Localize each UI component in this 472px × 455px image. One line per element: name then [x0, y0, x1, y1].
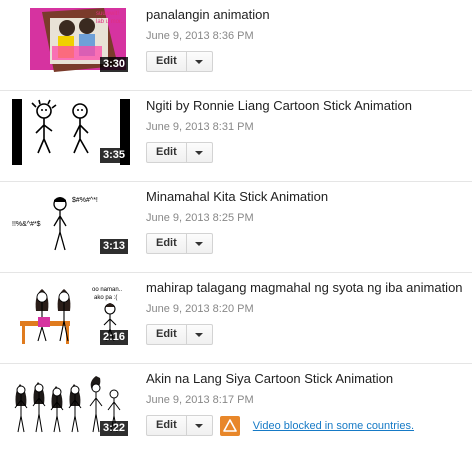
thumb-caption: ako pa :(: [94, 295, 117, 301]
duration-badge: 3:30: [99, 57, 128, 72]
video-title[interactable]: mahirap talagang magmahal ng syota ng ib…: [146, 280, 463, 295]
edit-button[interactable]: Edit: [146, 415, 187, 436]
thumb-caption: lab u mor..: [96, 19, 124, 25]
video-thumbnail[interactable]: oo naman.. ako pa :( 2:16: [12, 281, 130, 347]
video-actions: Edit: [146, 51, 213, 72]
video-row: 3:22 Akin na Lang Siya Cartoon Stick Ani…: [0, 364, 472, 455]
video-list: suuwwit! lab u mor.. 3:30 panalangin ani…: [0, 0, 472, 455]
video-row: oo naman.. ako pa :( 2:16 mahirap talaga…: [0, 273, 472, 364]
duration-badge: 3:22: [99, 421, 128, 436]
chevron-down-icon: [194, 424, 203, 428]
video-title[interactable]: Akin na Lang Siya Cartoon Stick Animatio…: [146, 371, 393, 386]
warning-triangle-icon[interactable]: [219, 415, 240, 436]
video-title[interactable]: panalangin animation: [146, 7, 270, 22]
video-actions: Edit: [146, 233, 213, 254]
video-thumbnail[interactable]: $#%#^*! !!%&^#*$ 3:13: [12, 190, 130, 256]
thumb-caption: suuwwit!: [96, 11, 119, 17]
edit-options-dropdown[interactable]: [186, 51, 213, 72]
video-actions: Edit: [146, 324, 213, 345]
edit-options-dropdown[interactable]: [186, 324, 213, 345]
edit-options-dropdown[interactable]: [186, 142, 213, 163]
video-row: 3:35 Ngiti by Ronnie Liang Cartoon Stick…: [0, 91, 472, 182]
thumb-caption: $#%#^*!: [72, 197, 98, 204]
chevron-down-icon: [194, 333, 203, 337]
edit-button[interactable]: Edit: [146, 142, 187, 163]
video-date: June 9, 2013 8:20 PM: [146, 303, 254, 315]
video-actions: Edit Video blocked in some countries.: [146, 415, 414, 436]
video-row: suuwwit! lab u mor.. 3:30 panalangin ani…: [0, 0, 472, 91]
chevron-down-icon: [194, 151, 203, 155]
video-title[interactable]: Ngiti by Ronnie Liang Cartoon Stick Anim…: [146, 98, 412, 113]
edit-button[interactable]: Edit: [146, 51, 187, 72]
video-date: June 9, 2013 8:31 PM: [146, 121, 254, 133]
thumb-caption: !!%&^#*$: [12, 221, 41, 228]
video-thumbnail[interactable]: suuwwit! lab u mor.. 3:30: [12, 8, 130, 74]
video-thumbnail[interactable]: 3:35: [12, 99, 130, 165]
video-row: $#%#^*! !!%&^#*$ 3:13 Minamahal Kita Sti…: [0, 182, 472, 273]
duration-badge: 3:35: [99, 148, 128, 163]
chevron-down-icon: [194, 60, 203, 64]
edit-options-dropdown[interactable]: [186, 233, 213, 254]
video-date: June 9, 2013 8:25 PM: [146, 212, 254, 224]
duration-badge: 3:13: [99, 239, 128, 254]
edit-options-dropdown[interactable]: [186, 415, 213, 436]
chevron-down-icon: [194, 242, 203, 246]
video-actions: Edit: [146, 142, 213, 163]
video-date: June 9, 2013 8:17 PM: [146, 394, 254, 406]
video-title[interactable]: Minamahal Kita Stick Animation: [146, 189, 328, 204]
duration-badge: 2:16: [99, 330, 128, 345]
blocked-notice-link[interactable]: Video blocked in some countries.: [253, 420, 414, 432]
edit-button[interactable]: Edit: [146, 324, 187, 345]
video-date: June 9, 2013 8:36 PM: [146, 30, 254, 42]
thumb-caption: oo naman..: [92, 287, 122, 293]
video-thumbnail[interactable]: 3:22: [12, 372, 130, 438]
edit-button[interactable]: Edit: [146, 233, 187, 254]
